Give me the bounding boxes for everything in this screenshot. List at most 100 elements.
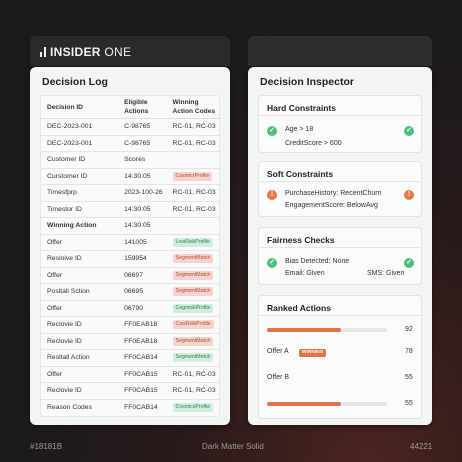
profile-tag[interactable]: CowRiskProfile	[172, 320, 214, 330]
cell-value: 141005	[124, 238, 147, 246]
footer-theme-name: Dark Matter Solid	[202, 442, 264, 451]
profile-tag[interactable]: CegmiskProfile	[172, 303, 214, 313]
fairness-text: Bias Detected: None	[285, 258, 350, 265]
cell-codes: RC-01, RC-03	[172, 370, 216, 378]
score-bar	[267, 402, 387, 406]
table-row[interactable]: Reclovie ID FF0CAB15 RC-01, RC-03	[41, 383, 219, 400]
cell-codes: RC-01, RC-03	[172, 123, 216, 131]
cell-value: 06697	[124, 271, 143, 279]
cell-tag: SegmentMetch	[170, 353, 219, 363]
action-score: 55	[405, 374, 413, 381]
brand-logo[interactable]: INSIDER ONE	[40, 45, 131, 59]
cell-value: FF0CAB14	[124, 404, 158, 412]
profile-tag[interactable]: CosmicrProfile	[172, 171, 213, 181]
fairness-sms: SMS: Given	[367, 270, 405, 277]
constraint-text: PurchaseHistory: RecentChurn	[285, 190, 382, 197]
table-row[interactable]: Offer FF0CAB15 RC-01, RC-03	[41, 367, 219, 383]
profile-tag[interactable]: SegmentMatch	[172, 270, 214, 280]
table-header: Decision ID Eligible Actions Winning Act…	[41, 96, 219, 119]
table-row[interactable]: Offer 06697 SegmentMatch	[41, 268, 219, 284]
cell-label: Resltall Action	[47, 354, 90, 362]
cell-label: Reclovie ID	[47, 337, 82, 345]
action-label[interactable]: Offer B	[267, 374, 289, 381]
column-header[interactable]: Eligible Actions	[122, 98, 169, 116]
cell-value: 06695	[124, 288, 143, 296]
table-row[interactable]: Resloive ID 159954 SegmentMatch	[41, 251, 219, 268]
cell-codes: RC-01, RC-03	[172, 139, 216, 147]
table-row[interactable]: Reclovie ID FF0EAB18 CowRiskProfile	[41, 317, 219, 334]
cell-tag: CegmiskProfile	[170, 303, 219, 313]
cell-tag: SegmentMatch	[170, 287, 219, 297]
action-label[interactable]: Offer A	[267, 348, 289, 355]
profile-tag[interactable]: SegmentMatch	[172, 287, 214, 297]
cell-label: Posltall Sction	[47, 288, 90, 296]
table-row[interactable]: Winning Action 14:30:05	[41, 218, 219, 235]
cell-value: FF0EAB18	[124, 337, 158, 345]
check-icon: ✓	[267, 126, 277, 136]
table-row[interactable]: Timesfprp 2023-100-26 RC-01, RC-03	[41, 185, 219, 202]
constraint-text: CreditScore > 600	[285, 140, 342, 147]
brand-name-thin: ONE	[100, 45, 132, 59]
cell-label: DEC-2023-001	[47, 123, 93, 131]
table-row[interactable]: Reclovie ID FF0EAB18 SegmentMatch	[41, 334, 219, 350]
profile-tag[interactable]: SegmentMatch	[172, 336, 214, 346]
score-bar-fill	[267, 328, 342, 332]
decision-log-table: Decision ID Eligible Actions Winning Act…	[40, 95, 220, 417]
profile-tag[interactable]: SegmentMatch	[172, 254, 214, 264]
cell-label: Curstomer ID	[47, 172, 88, 180]
action-score: 55	[405, 400, 413, 407]
profile-tag[interactable]: LowRiskProfile	[172, 237, 213, 247]
cell-label: Timesfprp	[47, 189, 77, 197]
winning-badge: WINNING	[299, 348, 327, 357]
check-icon: ✓	[404, 258, 414, 268]
action-score: 92	[405, 326, 413, 333]
footer-color-code: #18181B	[30, 442, 63, 451]
cell-value: 159954	[124, 255, 147, 263]
check-icon: ✓	[267, 258, 277, 268]
cell-tag: LowRiskProfile	[170, 237, 219, 247]
cell-value: Scores	[124, 156, 146, 164]
ranked-actions-card[interactable]: Ranked Actions 92 Offer A WINNING 78 Offer B…	[258, 295, 422, 419]
score-bar-fill	[267, 402, 342, 406]
table-row[interactable]: Resltall Action FF0CAB14 SegmentMetch	[41, 350, 219, 367]
table-row[interactable]: Timestor ID 14:30:05 RC-01, RC-03	[41, 202, 219, 218]
fairness-email: Email: Given	[285, 270, 325, 277]
warning-icon: !	[267, 190, 277, 200]
fairness-checks-card[interactable]: Fairness Checks ✓ Bias Detected: None ✓ …	[258, 227, 422, 285]
fairness-checks-title: Fairness Checks	[259, 228, 421, 248]
brand-name-bold: INSIDER	[50, 45, 101, 59]
hard-constraints-card[interactable]: Hard Constraints ✓ Age > 18 ✓ CreditScor…	[258, 95, 422, 153]
table-body: DEC-2023-001 C-98765 RC-01, RC-03 DEC-2023-…	[41, 119, 219, 416]
table-row[interactable]: Offer 06790 CegmiskProfile	[41, 301, 219, 317]
cell-label: Offer	[47, 370, 62, 378]
column-header[interactable]: Winning Action Codes	[170, 98, 219, 116]
table-row[interactable]: DEC-2023-001 C-98765 RC-01, RC-03	[41, 119, 219, 136]
table-row[interactable]: Customer ID Scores	[41, 152, 219, 169]
cell-value: FF0CAB15	[124, 370, 158, 378]
soft-constraints-card[interactable]: Soft Constraints ! PurchaseHistory: Rece…	[258, 161, 422, 217]
table-row[interactable]: Posltall Sction 06695 SegmentMatch	[41, 284, 219, 301]
constraint-text: Age > 18	[285, 126, 314, 133]
table-row[interactable]: Offer 141005 LowRiskProfile	[41, 235, 219, 251]
column-header[interactable]: Decision ID	[41, 104, 122, 111]
cell-label: Winning Action	[47, 222, 97, 230]
brand-mark-icon	[40, 47, 46, 57]
right-header-strip	[248, 36, 432, 66]
cell-tag: SegmentMatch	[170, 336, 219, 346]
cell-tag: SegmentMatch	[170, 254, 219, 264]
cell-value: 2023-100-26	[124, 189, 163, 197]
profile-tag[interactable]: CosmicsProfile	[172, 403, 214, 413]
table-row[interactable]: Curstomer ID 14:30:05 CosmicrProfile	[41, 169, 219, 185]
cell-label: Resloive ID	[47, 255, 82, 263]
cell-codes: RC-01, RC-03	[172, 205, 216, 213]
profile-tag[interactable]: SegmentMetch	[172, 353, 214, 363]
cell-label: Offer	[47, 304, 62, 312]
cell-value: FF0EAB18	[124, 321, 158, 329]
table-row[interactable]: DEC-2023-001 C-98765 RC-01, RC-03	[41, 136, 219, 152]
cell-tag: CosmicsProfile	[170, 403, 219, 413]
cell-tag: CosmicrProfile	[170, 171, 219, 181]
action-score: 78	[405, 348, 413, 355]
cell-tag: SegmentMatch	[170, 270, 219, 280]
cell-value: C-98765	[124, 123, 151, 131]
table-row[interactable]: Reason Codes FF0CAB14 CosmicsProfile	[41, 400, 219, 417]
